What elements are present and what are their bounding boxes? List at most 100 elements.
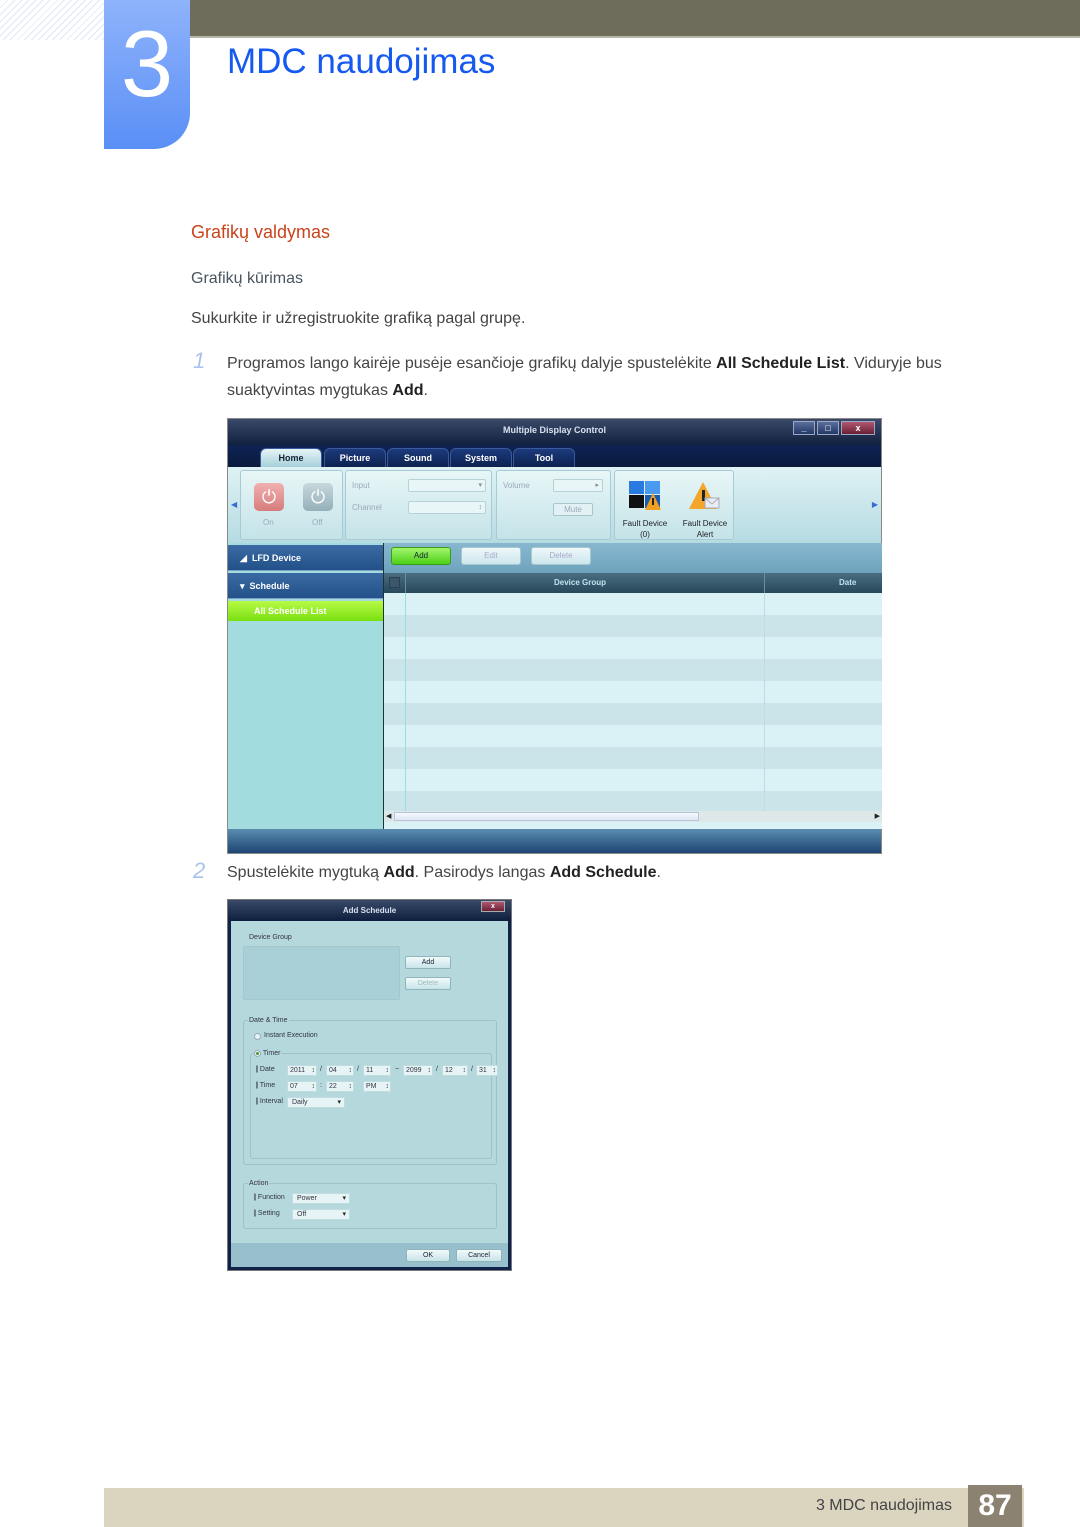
ribbon: ◀ ⏻ ⏻ On Off Input ▾ Channel ↕ Volume ▸ … — [228, 467, 881, 543]
scroll-right-icon[interactable]: ▶ — [875, 811, 880, 822]
column-header-device-group[interactable]: Device Group — [554, 573, 606, 593]
input-group: Input ▾ Channel ↕ — [345, 470, 492, 540]
fault-group: Fault Device (0) Fault Device Alert — [614, 470, 734, 540]
ampm-stepper[interactable]: PM — [363, 1081, 391, 1092]
tab-home[interactable]: Home — [260, 448, 322, 467]
device-group-list[interactable] — [243, 946, 400, 1000]
setting-select[interactable]: Off — [292, 1209, 350, 1220]
table-row[interactable] — [384, 769, 882, 791]
sidebar-item-schedule[interactable]: ▾ Schedule — [228, 573, 383, 599]
device-group-delete-button[interactable]: Delete — [405, 977, 451, 990]
ribbon-scroll-right-icon[interactable]: ▶ — [872, 500, 878, 509]
table-row[interactable] — [384, 615, 882, 637]
date-label-text: Date — [259, 1066, 275, 1073]
end-year-stepper[interactable]: 2099 — [403, 1065, 433, 1076]
fault-alert-label: Fault Device Alert — [675, 518, 735, 540]
add-button[interactable]: Add — [391, 547, 451, 565]
volume-group: Volume ▸ Mute — [496, 470, 611, 540]
setting-label-text: Setting — [257, 1210, 280, 1217]
step-1-text: Programos lango kairėje pusėje esančioje… — [227, 350, 1027, 404]
end-day-stepper[interactable]: 31 — [476, 1065, 498, 1076]
dialog-footer: OK Cancel — [231, 1243, 508, 1267]
left-panel: ◢ LFD Device ▾ Schedule All Schedule Lis… — [228, 543, 383, 829]
table-row[interactable] — [384, 659, 882, 681]
section-subheading: Grafikų kūrimas — [191, 270, 304, 287]
section-heading: Grafikų valdymas — [191, 222, 331, 242]
decorative-hatch — [0, 0, 104, 40]
function-label-text: Function — [257, 1194, 285, 1201]
select-all-checkbox[interactable] — [389, 577, 400, 588]
hour-stepper[interactable]: 07 — [287, 1081, 317, 1092]
fault-alert-text: Fault Device — [682, 519, 728, 528]
table-row[interactable] — [384, 791, 882, 811]
device-group-label: Device Group — [249, 934, 292, 941]
sidebar-item-label: Schedule — [249, 581, 290, 591]
volume-slider[interactable]: ▸ — [553, 479, 603, 492]
scroll-left-icon[interactable]: ◀ — [386, 811, 391, 822]
dialog-title: Add Schedule — [228, 900, 511, 921]
sidebar-item-lfd-device[interactable]: ◢ LFD Device — [228, 545, 383, 571]
table-row[interactable] — [384, 747, 882, 769]
mute-button[interactable]: Mute — [553, 503, 593, 516]
start-month-stepper[interactable]: 04 — [326, 1065, 354, 1076]
table-row[interactable] — [384, 593, 882, 615]
end-month-stepper[interactable]: 12 — [442, 1065, 468, 1076]
scrollbar-thumb[interactable] — [394, 812, 699, 821]
horizontal-scrollbar[interactable]: ◀ ▶ — [384, 811, 882, 822]
tab-system[interactable]: System — [450, 448, 512, 467]
date-time-fieldset: Date & Time Instant Execution Timer | Da… — [243, 1016, 498, 1165]
column-line — [764, 593, 765, 811]
function-select[interactable]: Power — [292, 1193, 350, 1204]
ok-button[interactable]: OK — [406, 1249, 450, 1262]
schedule-list-panel: Add Edit Delete Device Group Date ◀ ▶ — [383, 543, 882, 829]
chapter-tab: 3 — [104, 0, 190, 149]
sidebar-item-all-schedule-list[interactable]: All Schedule List — [228, 601, 383, 621]
minimize-button[interactable]: _ — [793, 421, 815, 435]
tab-picture[interactable]: Picture — [324, 448, 386, 467]
table-body — [384, 593, 882, 811]
instant-execution-label: Instant Execution — [264, 1032, 318, 1039]
power-off-label: Off — [312, 518, 323, 527]
window-title: Multiple Display Control — [502, 425, 606, 435]
table-row[interactable] — [384, 725, 882, 747]
window-titlebar: Multiple Display Control _ □ x — [228, 419, 881, 445]
dialog-close-button[interactable]: x — [481, 901, 505, 912]
add-schedule-dialog: Add Schedule x Device Group Add Delete D… — [227, 899, 512, 1271]
timer-radio[interactable] — [254, 1049, 261, 1057]
step-2-text: Spustelėkite mygtuką Add. Pasirodys lang… — [227, 859, 1027, 886]
table-header: Device Group Date — [384, 573, 882, 593]
input-select[interactable]: ▾ — [408, 479, 486, 492]
tab-tool[interactable]: Tool — [513, 448, 575, 467]
start-day-stepper[interactable]: 11 — [363, 1065, 391, 1076]
timer-label: Timer — [262, 1050, 281, 1057]
device-group-add-button[interactable]: Add — [405, 956, 451, 969]
instant-execution-radio[interactable] — [254, 1033, 261, 1040]
cancel-button[interactable]: Cancel — [456, 1249, 502, 1262]
column-header-date[interactable]: Date — [839, 573, 856, 593]
table-row[interactable] — [384, 637, 882, 659]
delete-button[interactable]: Delete — [531, 547, 591, 565]
column-separator — [764, 573, 765, 593]
close-button[interactable]: x — [841, 421, 875, 435]
fault-device-icon[interactable] — [629, 481, 661, 511]
edit-button[interactable]: Edit — [461, 547, 521, 565]
step-text-part: Programos lango kairėje pusėje esančioje… — [227, 355, 717, 372]
maximize-button[interactable]: □ — [817, 421, 839, 435]
step-text-part: . Pasirodys langas — [414, 864, 550, 881]
channel-stepper[interactable]: ↕ — [408, 501, 486, 514]
tab-sound[interactable]: Sound — [387, 448, 449, 467]
status-bar — [228, 829, 881, 853]
minute-stepper[interactable]: 22 — [326, 1081, 354, 1092]
table-row[interactable] — [384, 681, 882, 703]
start-year-stepper[interactable]: 2011 — [287, 1065, 317, 1076]
footer-chapter-label: 3 MDC naudojimas — [815, 1497, 952, 1514]
table-row[interactable] — [384, 703, 882, 725]
ribbon-scroll-left-icon[interactable]: ◀ — [231, 500, 237, 509]
interval-select[interactable]: Daily — [287, 1097, 345, 1108]
step-text-bold: Add — [383, 864, 415, 881]
power-off-button[interactable]: ⏻ — [303, 483, 333, 511]
power-on-button[interactable]: ⏻ — [254, 483, 284, 511]
step-text-bold: All Schedule List — [716, 355, 846, 372]
fault-alert-icon[interactable] — [689, 481, 721, 511]
date-separator: / — [436, 1066, 438, 1073]
